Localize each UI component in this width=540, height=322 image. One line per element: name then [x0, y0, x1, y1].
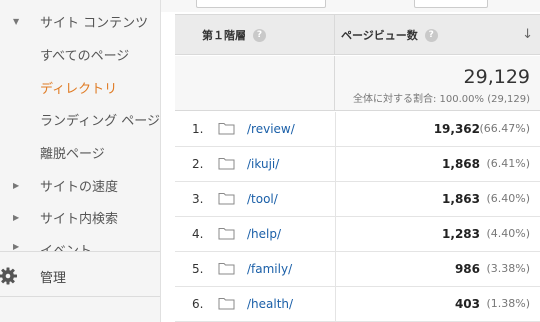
report-content: 第１階層 ? ページビュー数 ? ↓ 29,129 全体に対する割合: 100.…	[161, 0, 540, 322]
sidebar-item-exit-pages[interactable]: 離脱ページ	[0, 137, 160, 167]
sidebar-item-directory[interactable]: ディレクトリ	[0, 72, 160, 102]
table-row: 6. /health/403 (1.38%)	[175, 287, 540, 322]
row-rank: 5.	[192, 262, 204, 276]
row-percent: (66.47%)	[479, 122, 530, 135]
row-percent: (6.41%)	[486, 157, 530, 170]
totals-row: 29,129 全体に対する割合: 100.00% (29,129)	[175, 56, 540, 111]
row-percent: (3.38%)	[486, 262, 530, 275]
table-row: 2. /ikuji/1,868 (6.41%)	[175, 147, 540, 182]
row-rank: 3.	[192, 192, 204, 206]
sidebar-item-site-content[interactable]: ▼ サイト コンテンツ	[0, 6, 160, 36]
total-percent-text: 全体に対する割合: 100.00% (29,129)	[352, 94, 530, 105]
column-separator	[335, 252, 336, 287]
folder-icon	[218, 123, 235, 135]
table-row: 4. /help/1,283 (4.40%)	[175, 217, 540, 252]
row-pageviews: 19,362	[433, 122, 480, 136]
row-rank: 1.	[192, 122, 204, 136]
sidebar-item-landing-pages[interactable]: ランディング ページ	[0, 104, 160, 134]
sidebar-item-label: サイト内検索	[40, 211, 119, 227]
data-table: 第１階層 ? ページビュー数 ? ↓ 29,129 全体に対する割合: 100.…	[175, 14, 540, 322]
column-separator	[335, 182, 336, 217]
row-pageviews: 1,863	[442, 192, 480, 206]
sidebar-nav: ▼ サイト コンテンツ すべてのページ ディレクトリ ランディング ページ 離脱…	[0, 0, 161, 322]
table-row: 3. /tool/1,863 (6.40%)	[175, 182, 540, 217]
totals-empty-cell	[175, 56, 335, 111]
column-header-label: ページビュー数	[341, 29, 418, 42]
row-directory-link[interactable]: /ikuji/	[247, 157, 279, 171]
row-directory-link[interactable]: /health/	[247, 297, 293, 311]
folder-icon	[218, 193, 235, 205]
column-separator	[335, 217, 336, 252]
chevron-down-icon: ▼	[13, 16, 20, 26]
gear-icon	[0, 267, 17, 285]
row-percent: (4.40%)	[486, 227, 530, 240]
row-directory-link[interactable]: /review/	[247, 122, 295, 136]
chevron-right-icon: ▶	[13, 242, 20, 251]
folder-icon	[218, 298, 235, 310]
help-icon[interactable]: ?	[424, 28, 438, 42]
row-pageviews: 1,283	[442, 227, 480, 241]
row-directory-link[interactable]: /tool/	[247, 192, 278, 206]
row-pageviews: 403	[454, 297, 480, 311]
folder-icon	[218, 263, 235, 275]
sidebar-item-label: 離脱ページ	[40, 146, 105, 162]
help-icon[interactable]: ?	[253, 28, 266, 42]
column-header-label: 第１階層	[202, 29, 246, 42]
sidebar-item-label: サイト コンテンツ	[40, 15, 149, 31]
sidebar-item-label: ディレクトリ	[40, 81, 118, 97]
sidebar-item-label: 管理	[40, 270, 67, 286]
column-header-pageviews[interactable]: ページビュー数 ? ↓	[335, 15, 540, 55]
toolbar-strip	[161, 0, 540, 12]
folder-icon	[218, 158, 235, 170]
row-rank: 4.	[192, 227, 204, 241]
sidebar-divider	[0, 251, 160, 252]
column-separator	[335, 287, 336, 322]
sidebar-item-label: すべてのページ	[40, 48, 130, 64]
table-row: 1. /review/19,362 (66.47%)	[175, 112, 540, 147]
sidebar-item-label: イベント	[40, 240, 92, 251]
sidebar-item-all-pages[interactable]: すべてのページ	[0, 39, 160, 69]
row-pageviews: 986	[454, 262, 480, 276]
toolbar-button[interactable]	[196, 0, 326, 8]
chevron-right-icon: ▶	[13, 180, 20, 190]
sidebar-item-site-search[interactable]: ▶ サイト内検索	[0, 202, 160, 232]
row-percent: (6.40%)	[486, 192, 530, 205]
sidebar-item-site-speed[interactable]: ▶ サイトの速度	[0, 170, 160, 200]
sidebar-item-label: サイトの速度	[40, 179, 119, 195]
row-pageviews: 1,868	[442, 157, 480, 171]
column-separator	[335, 112, 336, 147]
folder-icon	[218, 228, 235, 240]
sidebar-divider	[0, 296, 160, 297]
row-percent: (1.38%)	[486, 297, 530, 310]
column-separator	[335, 147, 336, 182]
column-header-dimension[interactable]: 第１階層 ?	[175, 15, 335, 55]
sidebar-item-label: ランディング ページ	[40, 113, 160, 129]
total-pageviews: 29,129	[463, 66, 530, 88]
chevron-right-icon: ▶	[13, 212, 20, 222]
sort-arrow-icon[interactable]: ↓	[522, 27, 533, 42]
row-rank: 2.	[192, 157, 204, 171]
row-rank: 6.	[192, 297, 204, 311]
toolbar-button[interactable]	[414, 0, 488, 8]
table-row: 5. /family/986 (3.38%)	[175, 252, 540, 287]
sidebar-item-events[interactable]: ▶ イベント	[0, 240, 160, 251]
row-directory-link[interactable]: /family/	[247, 262, 292, 276]
sidebar-item-admin[interactable]: 管理	[0, 259, 160, 293]
row-directory-link[interactable]: /help/	[247, 227, 281, 241]
table-header: 第１階層 ? ページビュー数 ? ↓	[175, 15, 540, 55]
